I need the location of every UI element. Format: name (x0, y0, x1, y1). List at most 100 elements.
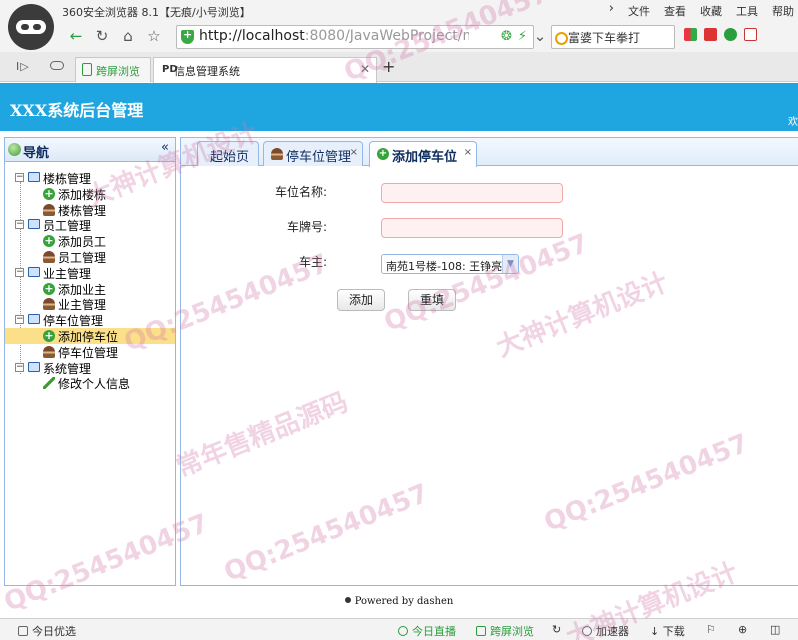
security-shield-icon (181, 28, 194, 44)
tree-group-parking[interactable]: − 停车位管理 (5, 312, 175, 328)
add-button[interactable]: 添加 (337, 289, 385, 311)
nav-panel-header: 导航 « (5, 138, 175, 162)
cross-screen-button[interactable]: 跨屏浏览 (476, 623, 534, 639)
collapse-toggle-icon[interactable]: − (15, 362, 24, 372)
url-path: :8080/JavaWebProject/main_ (304, 28, 469, 44)
home-icon[interactable]: ⌂ (118, 26, 138, 46)
status-label: 今日优选 (32, 625, 76, 638)
user-icon (43, 298, 55, 311)
gift-icon (18, 626, 28, 636)
mail-icon[interactable] (704, 28, 717, 41)
status-label: 加速器 (596, 625, 629, 638)
tree-group-building[interactable]: − 楼栋管理 (5, 170, 175, 186)
close-tab-icon[interactable]: × (464, 147, 472, 158)
download-icon: ↓ (650, 625, 663, 638)
reset-button[interactable]: 重填 (408, 289, 456, 311)
tree-item-label: 添加楼栋 (58, 187, 107, 202)
search-input[interactable]: 富婆下车拳打 (551, 25, 675, 49)
menu-help[interactable]: 帮助 (772, 3, 794, 19)
owner-select[interactable]: 南苑1号楼-108: 王铮亮 ▼ (381, 254, 519, 274)
bullet-icon (344, 597, 351, 603)
tree-item-add-employee[interactable]: + 添加员工 (5, 233, 175, 249)
close-tab-icon[interactable]: × (350, 147, 358, 158)
adblock-icon[interactable] (744, 28, 757, 41)
tab-add-parking[interactable]: + 添加停车位 × (369, 141, 477, 167)
tab-home[interactable]: 起始页 (197, 141, 259, 166)
tab-label: 信息管理系统 (174, 65, 240, 78)
system-title: XXX系统后台管理 (10, 101, 144, 120)
new-tab-button[interactable]: + (382, 57, 395, 76)
menu-view[interactable]: 查看 (664, 3, 686, 19)
tree-item-parking-manage[interactable]: 停车位管理 (5, 344, 175, 360)
tree-item-employee-manage[interactable]: 员工管理 (5, 249, 175, 265)
tab-info-system[interactable]: PD 信息管理系统 ✕ (153, 57, 377, 83)
url-input[interactable]: http://localhost:8080/JavaWebProject/mai… (176, 25, 534, 49)
tree-item-label: 员工管理 (58, 250, 107, 265)
tree-group-employee[interactable]: − 员工管理 (5, 217, 175, 233)
plate-number-input[interactable] (381, 218, 563, 238)
lightning-icon[interactable]: ⚡ (518, 29, 527, 44)
cloud-icon[interactable] (50, 61, 64, 70)
back-arrow-icon[interactable]: ← (66, 26, 86, 46)
chevron-down-icon[interactable]: ▼ (502, 255, 518, 273)
tree-item-add-building[interactable]: + 添加楼栋 (5, 186, 175, 202)
collapse-toggle-icon[interactable]: − (15, 173, 24, 182)
tab-cross-screen[interactable]: 跨屏浏览 (75, 57, 151, 82)
collapse-toggle-icon[interactable]: − (15, 267, 24, 277)
collapse-toggle-icon[interactable]: − (15, 315, 24, 325)
security-icon[interactable] (724, 28, 737, 41)
refresh-status-icon[interactable]: ↻ (552, 623, 561, 636)
menu-favorites[interactable]: 收藏 (700, 3, 722, 19)
chevron-right-icon[interactable]: › (609, 2, 614, 19)
tree-item-add-owner[interactable]: + 添加业主 (5, 281, 175, 297)
tree-group-owner[interactable]: − 业主管理 (5, 265, 175, 281)
tree-group-label: 员工管理 (43, 219, 92, 234)
url-host: http://localhost (199, 28, 305, 44)
browser-tab-bar: I▷ 跨屏浏览 PD 信息管理系统 ✕ + (0, 52, 798, 83)
space-name-input[interactable] (381, 183, 563, 203)
zoom-icon[interactable]: ⊕ (738, 623, 747, 636)
tree-item-owner-manage[interactable]: 业主管理 (5, 296, 175, 312)
content-tabs: 起始页 停车位管理 × + 添加停车位 × (181, 138, 798, 167)
tab-label: 跨屏浏览 (96, 65, 140, 78)
accelerator-button[interactable]: 加速器 (582, 623, 629, 639)
nav-title: 导航 (23, 146, 50, 161)
live-button[interactable]: 今日直播 (398, 623, 456, 639)
menu-file[interactable]: 文件 (628, 3, 650, 19)
flag-icon[interactable]: ⚐ (706, 623, 716, 636)
tree-item-edit-profile[interactable]: 修改个人信息 (5, 375, 175, 391)
speed-icon[interactable]: ❂ (501, 29, 512, 44)
rocket-icon (582, 626, 592, 636)
status-label: 今日直播 (412, 625, 456, 638)
apps-icon[interactable] (684, 28, 697, 41)
add-icon: + (43, 328, 55, 342)
tree-item-add-parking[interactable]: + 添加停车位 (5, 327, 175, 344)
browser-logo-icon[interactable] (8, 4, 54, 50)
daily-picks[interactable]: 今日优选 (18, 623, 76, 639)
tree-group-system[interactable]: − 系统管理 (5, 360, 175, 376)
status-label: 跨屏浏览 (490, 625, 534, 638)
browser-status-bar: 今日优选 今日直播 跨屏浏览 ↻ 加速器 ↓ 下载 ⚐ ⊕ ◫ (0, 618, 798, 640)
sidebar-toggle-icon[interactable]: I▷ (16, 60, 30, 73)
chevron-down-icon[interactable]: ⌄ (530, 26, 550, 46)
window-icon[interactable]: ◫ (770, 623, 780, 636)
download-button[interactable]: ↓ 下载 (650, 623, 685, 639)
menu-tools[interactable]: 工具 (736, 3, 758, 19)
add-icon: + (43, 186, 55, 200)
tab-parking-manage[interactable]: 停车位管理 × (263, 141, 363, 166)
collapse-icon[interactable]: « (161, 140, 169, 155)
close-tab-icon[interactable]: ✕ (360, 62, 370, 76)
tree-group-label: 业主管理 (43, 266, 92, 281)
star-icon[interactable]: ☆ (144, 26, 164, 46)
footer-text: Powered by dashen (354, 596, 454, 607)
tree-item-label: 修改个人信息 (58, 377, 131, 392)
refresh-icon[interactable]: ↻ (92, 26, 112, 46)
collapse-toggle-icon[interactable]: − (15, 220, 24, 230)
play-icon (398, 626, 408, 636)
tree-item-building-manage[interactable]: 楼栋管理 (5, 202, 175, 218)
browser-title-bar: 360安全浏览器 8.1【无痕/小号浏览】 › 文件 查看 收藏 工具 帮助 (0, 0, 798, 22)
main-panel: 起始页 停车位管理 × + 添加停车位 × 车位名称: 车牌号: 车主: 南苑1… (180, 137, 798, 586)
owner-selected-value: 南苑1号楼-108: 王铮亮 (386, 260, 503, 273)
computer-icon (28, 314, 40, 325)
tree-item-label: 楼栋管理 (58, 203, 107, 218)
